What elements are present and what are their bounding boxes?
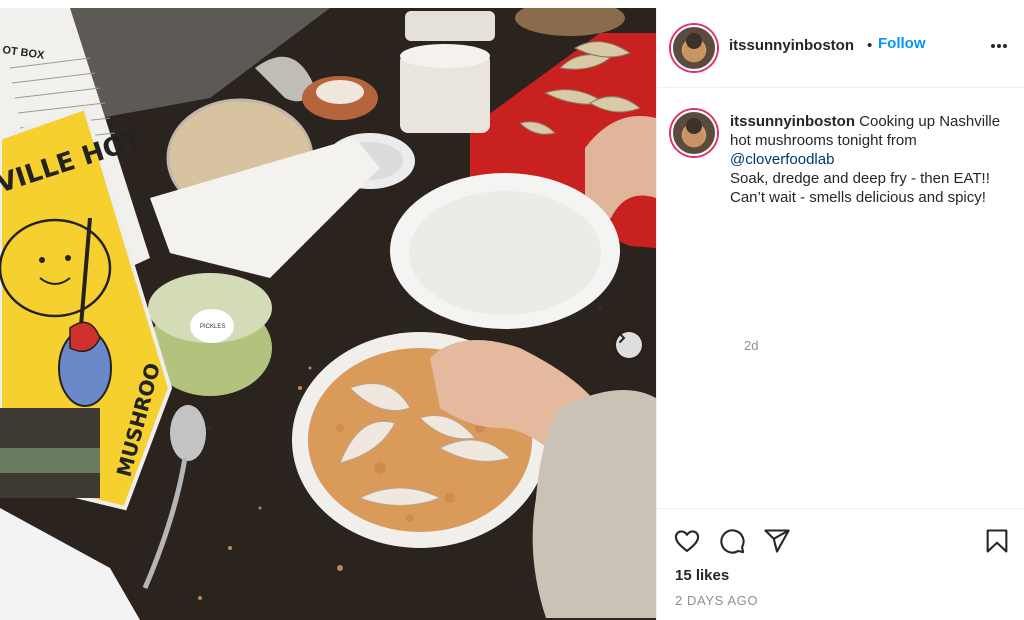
profile-photo-icon	[683, 33, 705, 62]
post-photo[interactable]: PICKLES OT BOX VILLE HOT MUSHROO	[0, 8, 656, 620]
profile-photo-icon	[683, 118, 705, 147]
post-timestamp[interactable]: 2 DAYS AGO	[675, 593, 758, 608]
caption-avatar[interactable]	[671, 110, 717, 156]
header-username[interactable]: itssunnyinboston	[729, 37, 854, 54]
comment-icon[interactable]	[718, 527, 746, 555]
follow-button[interactable]: Follow	[878, 35, 926, 52]
likes-count[interactable]: 15 likes	[675, 567, 729, 584]
photo-illustration: PICKLES OT BOX VILLE HOT MUSHROO	[0, 8, 656, 620]
heart-icon[interactable]	[673, 527, 701, 555]
caption-time[interactable]: 2d	[744, 338, 758, 353]
caption-mention-link[interactable]: @cloverfoodlab	[730, 151, 834, 168]
caption-body-continued: Soak, dredge and deep fry - then EAT!! C…	[730, 170, 990, 206]
pickles-label: PICKLES	[200, 324, 225, 330]
chevron-right-icon	[619, 333, 626, 343]
post-header: itssunnyinboston • Follow	[657, 8, 1024, 88]
bookmark-icon[interactable]	[983, 527, 1011, 555]
post-actions: 15 likes 2 DAYS AGO	[657, 508, 1024, 620]
share-icon[interactable]	[763, 527, 791, 555]
more-options-icon[interactable]	[987, 38, 1011, 54]
more-dot	[997, 44, 1001, 48]
post-details-panel: itssunnyinboston • Follow itssunnyinbost…	[656, 8, 1024, 620]
separator-dot: •	[867, 37, 873, 54]
caption-username[interactable]: itssunnyinboston	[730, 113, 855, 130]
more-dot	[991, 44, 995, 48]
more-dot	[1003, 44, 1007, 48]
caption-text: itssunnyinboston Cooking up Nashville ho…	[730, 112, 1020, 207]
carousel-next-button[interactable]	[616, 332, 642, 358]
avatar[interactable]	[671, 25, 717, 71]
